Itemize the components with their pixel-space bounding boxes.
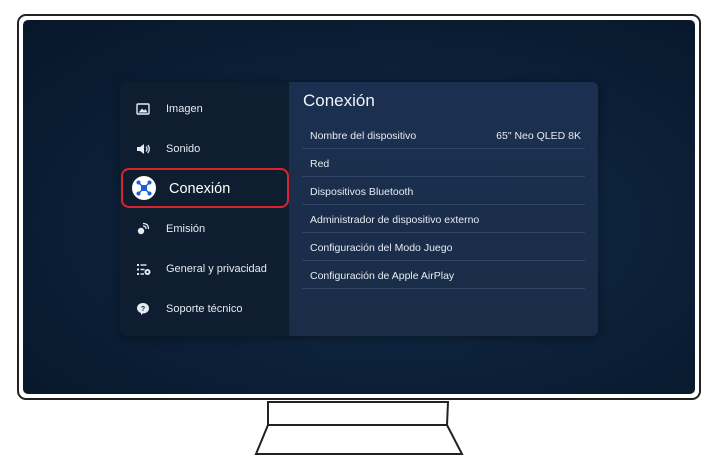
- sidebar-item-soporte[interactable]: ? Soporte técnico: [120, 289, 289, 329]
- row-label: Dispositivos Bluetooth: [310, 186, 414, 198]
- row-value: 65" Neo QLED 8K: [496, 130, 581, 142]
- sidebar-item-general[interactable]: General y privacidad: [120, 249, 289, 289]
- speaker-icon: [134, 140, 152, 158]
- row-label: Administrador de dispositivo externo: [310, 214, 480, 226]
- sidebar-item-emision[interactable]: Emisión: [120, 209, 289, 249]
- image-icon: [134, 100, 152, 118]
- support-icon: ?: [134, 300, 152, 318]
- sidebar-item-label: Soporte técnico: [166, 303, 243, 315]
- highlight-box: [121, 168, 289, 208]
- sidebar-item-imagen[interactable]: Imagen: [120, 89, 289, 129]
- row-label: Red: [310, 158, 330, 170]
- row-label: Nombre del dispositivo: [310, 130, 417, 142]
- svg-text:?: ?: [141, 306, 145, 313]
- settings-panel: Imagen Sonido Conexión Emisión General y…: [120, 82, 598, 336]
- broadcast-icon: [134, 220, 152, 238]
- settings-sidebar: Imagen Sonido Conexión Emisión General y…: [120, 82, 289, 336]
- sidebar-item-label: Imagen: [166, 103, 203, 115]
- settings-row-bluetooth[interactable]: Dispositivos Bluetooth: [302, 177, 585, 205]
- settings-row-nombre[interactable]: Nombre del dispositivo 65" Neo QLED 8K: [302, 121, 585, 149]
- sidebar-item-label: Emisión: [166, 223, 206, 235]
- page-title: Conexión: [303, 91, 375, 110]
- settings-row-airplay[interactable]: Configuración de Apple AirPlay: [302, 261, 585, 289]
- general-settings-icon: [134, 260, 152, 278]
- settings-row-externo[interactable]: Administrador de dispositivo externo: [302, 205, 585, 233]
- row-label: Configuración del Modo Juego: [310, 242, 453, 254]
- settings-content: Conexión Nombre del dispositivo 65" Neo …: [289, 82, 598, 336]
- settings-row-red[interactable]: Red: [302, 149, 585, 177]
- sidebar-item-label: General y privacidad: [166, 263, 267, 275]
- row-label: Configuración de Apple AirPlay: [310, 270, 455, 282]
- settings-row-modo-juego[interactable]: Configuración del Modo Juego: [302, 233, 585, 261]
- sidebar-item-sonido[interactable]: Sonido: [120, 129, 289, 169]
- sidebar-item-label: Sonido: [166, 143, 201, 155]
